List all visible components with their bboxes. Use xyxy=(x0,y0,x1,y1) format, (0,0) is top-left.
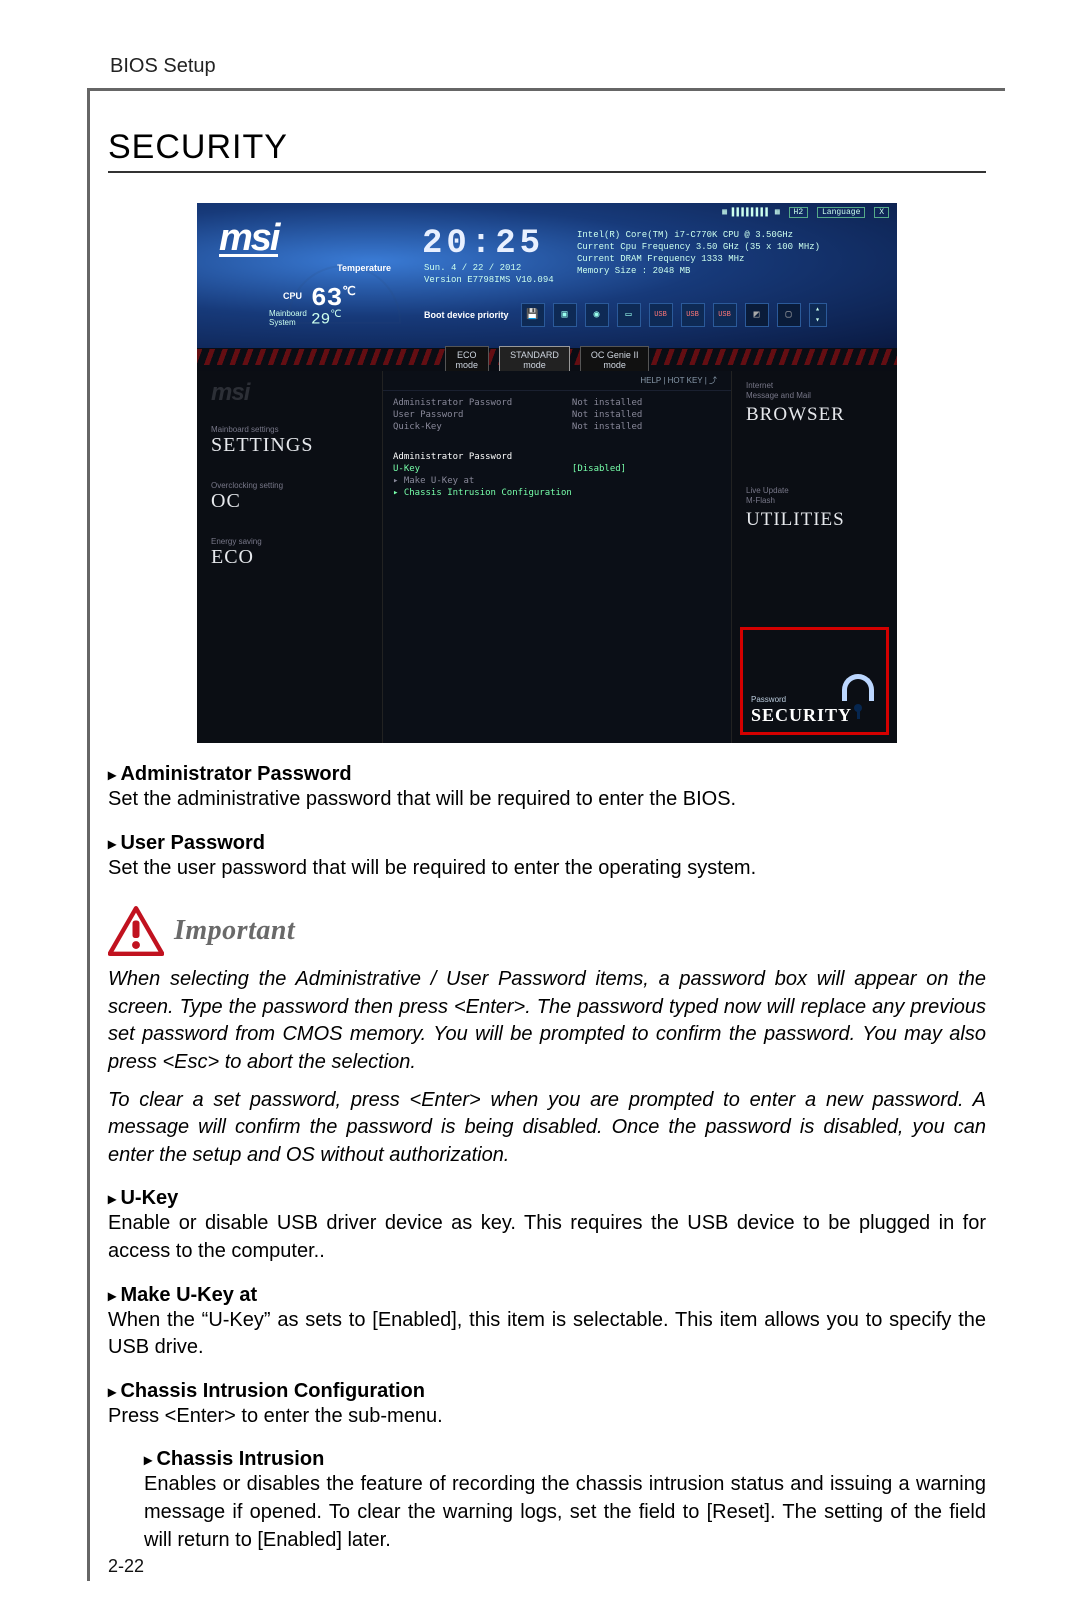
security-tile-highlight[interactable]: Password SECURITY xyxy=(740,627,889,735)
nav-oc[interactable]: Overclocking setting OC xyxy=(197,463,382,519)
bios-clock: 20:25 xyxy=(422,225,544,263)
status-row: Administrator PasswordNot installed xyxy=(393,397,721,409)
item-make-ukey: Make U-Key at When the “U-Key” as sets t… xyxy=(108,1284,986,1362)
item-text: When the “U-Key” as sets to [Enabled], t… xyxy=(108,1307,986,1362)
nav-browser-sup: InternetMessage and Mail xyxy=(732,371,897,402)
settings-list: Administrator Password U-Key[Disabled] M… xyxy=(383,445,731,505)
item-chassis-config: Chassis Intrusion Configuration Press <E… xyxy=(108,1380,986,1431)
item-text: Press <Enter> to enter the sub-menu. xyxy=(108,1403,986,1431)
lock-icon xyxy=(836,674,880,724)
setting-ukey[interactable]: U-Key[Disabled] xyxy=(393,463,721,475)
nav-settings[interactable]: Mainboard settings SETTINGS xyxy=(197,407,382,463)
boot-device-usb2-icon[interactable]: USB xyxy=(681,303,705,327)
item-heading: U-Key xyxy=(108,1187,986,1210)
item-text: Set the user password that will be requi… xyxy=(108,855,986,883)
item-text: Enables or disables the feature of recor… xyxy=(144,1471,986,1554)
nav-eco-label: ECO xyxy=(211,546,368,569)
item-chassis-intrusion: Chassis Intrusion Enables or disables th… xyxy=(144,1448,986,1554)
nav-browser[interactable]: BROWSER xyxy=(732,402,897,436)
important-note-2: To clear a set password, press <Enter> w… xyxy=(108,1087,986,1170)
cpu-label: CPU xyxy=(283,291,302,301)
boot-device-blank-icon[interactable]: ▢ xyxy=(777,303,801,327)
mode-switch: ECOmode STANDARDmode OC Genie IImode xyxy=(197,346,897,374)
temperature-gauge: Temperature CPU MainboardSystem 63 29 xyxy=(287,265,401,324)
boot-priority: Boot device priority 💾 ▣ ◉ ▭ USB USB USB… xyxy=(424,303,827,327)
mainboard-temp: 29 xyxy=(311,309,341,328)
boot-device-usb-icon[interactable]: USB xyxy=(649,303,673,327)
standard-mode-button[interactable]: STANDARDmode xyxy=(499,346,570,374)
bios-version: Version E7798IMS V10.094 xyxy=(424,275,554,285)
important-callout: Important xyxy=(108,906,986,956)
temperature-label: Temperature xyxy=(337,263,391,273)
help-button[interactable]: H2 xyxy=(789,207,809,218)
bios-topbar: ▦ ▌▌▌▌▌▌▌▌ ▦ H2 Language X xyxy=(722,207,889,218)
item-heading: User Password xyxy=(108,832,986,855)
item-text: Enable or disable USB driver device as k… xyxy=(108,1210,986,1265)
nav-eco[interactable]: Energy saving ECO xyxy=(197,519,382,575)
important-note-1: When selecting the Administrative / User… xyxy=(108,966,986,1076)
bios-date: Sun. 4 / 22 / 2012 xyxy=(424,263,521,273)
close-button[interactable]: X xyxy=(874,207,889,218)
item-heading: Chassis Intrusion xyxy=(144,1448,986,1471)
warning-icon xyxy=(108,906,164,956)
item-ukey: U-Key Enable or disable USB driver devic… xyxy=(108,1187,986,1265)
status-row: User PasswordNot installed xyxy=(393,409,721,421)
boot-device-net-icon[interactable]: ▭ xyxy=(617,303,641,327)
item-admin-password: Administrator Password Set the administr… xyxy=(108,763,986,814)
item-heading: Chassis Intrusion Configuration xyxy=(108,1380,986,1403)
page-number: 2-22 xyxy=(108,1556,144,1577)
item-heading: Make U-Key at xyxy=(108,1284,986,1307)
help-line[interactable]: HELP | HOT KEY | ⤴ xyxy=(383,371,731,391)
boot-device-misc-icon[interactable]: ◩ xyxy=(745,303,769,327)
nav-eco-sup: Energy saving xyxy=(211,537,368,546)
nav-oc-sup: Overclocking setting xyxy=(211,481,368,490)
nav-oc-label: OC xyxy=(211,490,368,513)
status-list: Administrator PasswordNot installed User… xyxy=(383,391,731,439)
system-info: Intel(R) Core(TM) i7-C770K CPU @ 3.50GHz… xyxy=(577,229,820,278)
ocgenie-mode-button[interactable]: OC Genie IImode xyxy=(580,346,650,374)
setting-make-ukey[interactable]: Make U-Key at xyxy=(393,475,721,487)
setting-chassis-intrusion[interactable]: Chassis Intrusion Configuration xyxy=(393,487,721,499)
important-label: Important xyxy=(174,915,295,947)
nav-settings-sup: Mainboard settings xyxy=(211,425,368,434)
bios-right-nav: InternetMessage and Mail BROWSER Live Up… xyxy=(731,371,897,743)
msi-logo: msi xyxy=(219,217,278,260)
item-user-password: User Password Set the user password that… xyxy=(108,832,986,883)
boot-device-floppy-icon[interactable]: 💾 xyxy=(521,303,545,327)
boot-priority-label: Boot device priority xyxy=(424,310,509,320)
boot-reorder-icon[interactable]: ▴▾ xyxy=(809,303,827,327)
nav-logo: msi xyxy=(197,371,382,407)
bios-left-nav: msi Mainboard settings SETTINGS Overcloc… xyxy=(197,371,383,743)
eco-mode-button[interactable]: ECOmode xyxy=(445,346,490,374)
language-button[interactable]: Language xyxy=(817,207,865,218)
boot-device-usb3-icon[interactable]: USB xyxy=(713,303,737,327)
running-header: BIOS Setup xyxy=(110,55,216,78)
mainboard-label: MainboardSystem xyxy=(269,309,307,327)
nav-settings-label: SETTINGS xyxy=(211,434,368,457)
nav-utilities[interactable]: UTILITIES xyxy=(732,507,897,541)
section-title: SECURITY xyxy=(108,128,986,173)
boot-device-cd-icon[interactable]: ◉ xyxy=(585,303,609,327)
status-row: Quick-KeyNot installed xyxy=(393,421,721,433)
setting-admin-password[interactable]: Administrator Password xyxy=(393,451,721,463)
boot-device-hdd-icon[interactable]: ▣ xyxy=(553,303,577,327)
security-password-label: Password xyxy=(751,695,786,704)
item-heading: Administrator Password xyxy=(108,763,986,786)
nav-utilities-sup: Live UpdateM-Flash xyxy=(732,476,897,507)
item-text: Set the administrative password that wil… xyxy=(108,786,986,814)
bios-screenshot: ▦ ▌▌▌▌▌▌▌▌ ▦ H2 Language X msi 20:25 Sun… xyxy=(197,203,897,743)
